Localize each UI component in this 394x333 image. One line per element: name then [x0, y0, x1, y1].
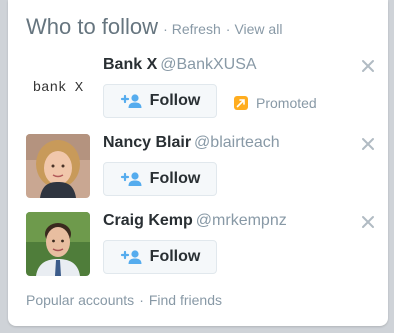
separator: ·	[139, 292, 144, 308]
close-icon	[362, 216, 374, 228]
separator: ·	[163, 21, 168, 37]
close-icon	[362, 60, 374, 72]
add-user-icon	[120, 94, 142, 108]
avatar[interactable]	[26, 212, 90, 276]
avatar-photo	[26, 212, 90, 276]
separator: ·	[225, 21, 231, 37]
dismiss-button[interactable]	[360, 214, 376, 230]
follow-button[interactable]: Follow	[103, 240, 217, 274]
who-to-follow-card: Who to follow · Refresh · View all bank X Ba…	[8, 0, 388, 326]
close-icon	[362, 138, 374, 150]
follow-button[interactable]: Follow	[103, 162, 217, 196]
account-name-line[interactable]: Bank X @BankXUSA	[103, 56, 257, 74]
follow-button[interactable]: Follow	[103, 84, 217, 118]
popular-accounts-link[interactable]: Popular accounts	[26, 292, 134, 308]
avatar[interactable]	[26, 134, 90, 198]
account-name[interactable]: Nancy Blair	[103, 134, 191, 151]
footer: Popular accounts · Find friends	[26, 292, 222, 308]
account-handle[interactable]: @BankXUSA	[160, 56, 256, 73]
suggestion-item: Nancy Blair @blairteach Follow	[26, 134, 376, 204]
account-handle[interactable]: @mrkempnz	[196, 212, 287, 229]
follow-label: Follow	[149, 92, 201, 109]
add-user-icon	[120, 172, 142, 186]
follow-label: Follow	[149, 248, 201, 265]
account-name[interactable]: Craig Kemp	[103, 212, 193, 229]
promoted-badge[interactable]: Promoted	[234, 95, 317, 111]
suggestion-item: bank X Bank X @BankXUSA Follow Promoted	[26, 56, 376, 126]
account-name-line[interactable]: Craig Kemp @mrkempnz	[103, 212, 287, 230]
avatar[interactable]: bank X	[26, 56, 90, 120]
module-title: Who to follow	[26, 14, 159, 39]
dismiss-button[interactable]	[360, 58, 376, 74]
account-name[interactable]: Bank X	[103, 56, 157, 73]
header: Who to follow · Refresh · View all	[26, 14, 282, 40]
account-name-line[interactable]: Nancy Blair @blairteach	[103, 134, 280, 152]
account-handle[interactable]: @blairteach	[194, 134, 280, 151]
find-friends-link[interactable]: Find friends	[149, 292, 222, 308]
avatar-logo-text: bank X	[32, 80, 84, 96]
add-user-icon	[120, 250, 142, 264]
view-all-link[interactable]: View all	[234, 21, 282, 37]
refresh-link[interactable]: Refresh	[172, 21, 221, 37]
follow-label: Follow	[149, 170, 201, 187]
avatar-photo	[26, 134, 90, 198]
suggestion-item: Craig Kemp @mrkempnz Follow	[26, 212, 376, 282]
promoted-icon	[234, 96, 248, 110]
promoted-label: Promoted	[256, 95, 317, 111]
dismiss-button[interactable]	[360, 136, 376, 152]
